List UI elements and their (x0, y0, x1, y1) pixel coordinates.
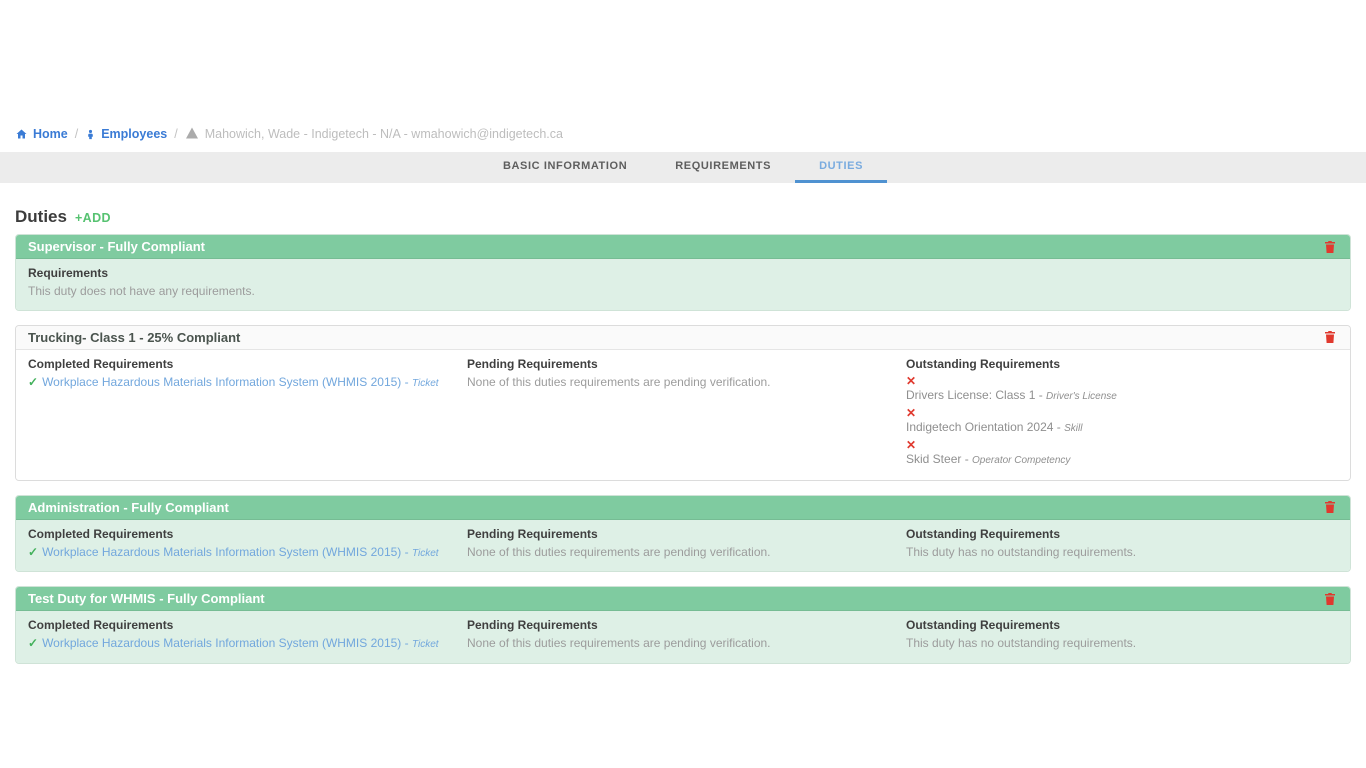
outstanding-requirement-text: Drivers License: Class 1 - Driver's Lice… (906, 388, 1338, 404)
requirement-link[interactable]: Workplace Hazardous Materials Informatio… (42, 636, 401, 650)
check-icon: ✓ (28, 636, 38, 650)
x-icon: ✕ (906, 438, 1338, 452)
trash-icon (1324, 330, 1336, 344)
completed-heading: Completed Requirements (28, 527, 466, 541)
breadcrumb-separator: / (75, 127, 78, 141)
duties-list: Supervisor - Fully Compliant Requirements… (15, 234, 1351, 664)
outstanding-none-text: This duty has no outstanding requirement… (906, 544, 1338, 561)
completed-requirement: ✓ Workplace Hazardous Materials Informati… (28, 544, 466, 562)
completed-heading: Completed Requirements (28, 357, 466, 371)
completed-requirement: ✓ Workplace Hazardous Materials Informati… (28, 374, 466, 392)
completed-column: Completed Requirements ✓ Workplace Hazardo… (28, 527, 466, 562)
duty-card-header: Administration - Fully Compliant (16, 496, 1350, 520)
outstanding-heading: Outstanding Requirements (906, 357, 1338, 371)
requirements-column: Requirements This duty does not have any … (28, 266, 1338, 300)
duty-card-body: Completed Requirements ✓ Workplace Hazardo… (16, 611, 1350, 663)
breadcrumb-home-link[interactable]: Home (15, 127, 68, 141)
duty-card: Supervisor - Fully Compliant Requirements… (15, 234, 1351, 311)
outstanding-column: Outstanding Requirements✕Drivers License… (906, 357, 1338, 470)
outstanding-requirement: ✕Indigetech Orientation 2024 - Skill (906, 406, 1338, 436)
delete-duty-button[interactable] (1322, 330, 1338, 344)
delete-duty-button[interactable] (1322, 500, 1338, 514)
delete-duty-button[interactable] (1322, 592, 1338, 606)
breadcrumb-employees-link[interactable]: Employees (85, 127, 167, 141)
pending-column: Pending Requirements None of this duties … (467, 357, 905, 470)
pending-heading: Pending Requirements (467, 618, 905, 632)
breadcrumb-separator: / (174, 127, 177, 141)
duty-card-body: Completed Requirements ✓ Workplace Hazardo… (16, 350, 1350, 480)
pending-heading: Pending Requirements (467, 357, 905, 371)
person-icon (85, 128, 96, 141)
requirement-type: Skill (1064, 423, 1082, 434)
trash-icon (1324, 592, 1336, 606)
outstanding-none-text: This duty has no outstanding requirement… (906, 635, 1338, 652)
requirement-type: Operator Competency (972, 455, 1070, 466)
breadcrumb-home-label: Home (33, 127, 68, 141)
requirement-type: Ticket (412, 548, 439, 559)
duty-title: Supervisor - Fully Compliant (28, 239, 205, 254)
duty-card-header: Test Duty for WHMIS - Fully Compliant (16, 587, 1350, 611)
completed-column: Completed Requirements ✓ Workplace Hazardo… (28, 618, 466, 653)
no-requirements-text: This duty does not have any requirements… (28, 283, 1338, 300)
breadcrumb-current-label: Mahowich, Wade - Indigetech - N/A - wmah… (205, 127, 563, 141)
pending-column: Pending Requirements None of this duties … (467, 618, 905, 653)
outstanding-column: Outstanding Requirements This duty has no… (906, 527, 1338, 562)
x-icon: ✕ (906, 406, 1338, 420)
page-title: Duties (15, 207, 67, 227)
type-separator: - (401, 375, 412, 389)
outstanding-heading: Outstanding Requirements (906, 618, 1338, 632)
check-icon: ✓ (28, 375, 38, 389)
duty-card-body: Completed Requirements ✓ Workplace Hazardo… (16, 520, 1350, 572)
tab-duties[interactable]: DUTIES (795, 152, 887, 183)
delete-duty-button[interactable] (1322, 240, 1338, 254)
tab-bar: BASIC INFORMATION REQUIREMENTS DUTIES (0, 152, 1366, 183)
requirement-type: Ticket (412, 639, 439, 650)
type-separator: - (401, 545, 412, 559)
requirement-link[interactable]: Workplace Hazardous Materials Informatio… (42, 545, 401, 559)
requirement-type: Ticket (412, 378, 439, 389)
tab-basic-information[interactable]: BASIC INFORMATION (479, 152, 651, 183)
duty-card: Test Duty for WHMIS - Fully Compliant Com… (15, 586, 1351, 664)
pending-heading: Pending Requirements (467, 527, 905, 541)
requirement-link[interactable]: Workplace Hazardous Materials Informatio… (42, 375, 401, 389)
completed-requirement: ✓ Workplace Hazardous Materials Informati… (28, 635, 466, 653)
warning-triangle-icon (185, 127, 199, 142)
x-icon: ✕ (906, 374, 1338, 388)
completed-column: Completed Requirements ✓ Workplace Hazardo… (28, 357, 466, 470)
duty-card-body: Requirements This duty does not have any … (16, 259, 1350, 310)
breadcrumb-current: Mahowich, Wade - Indigetech - N/A - wmah… (185, 127, 563, 142)
outstanding-heading: Outstanding Requirements (906, 527, 1338, 541)
breadcrumb-employees-label: Employees (101, 127, 167, 141)
pending-none-text: None of this duties requirements are pen… (467, 635, 905, 652)
requirement-type: Driver's License (1046, 391, 1117, 402)
add-duty-button[interactable]: +ADD (75, 211, 111, 225)
breadcrumb: Home / Employees / Mahowich, Wade - Indi… (0, 124, 1366, 144)
duty-card: Trucking- Class 1 - 25% Compliant Complet… (15, 325, 1351, 481)
outstanding-requirement-text: Indigetech Orientation 2024 - Skill (906, 420, 1338, 436)
trash-icon (1324, 500, 1336, 514)
type-separator: - (401, 636, 412, 650)
pending-column: Pending Requirements None of this duties … (467, 527, 905, 562)
completed-heading: Completed Requirements (28, 618, 466, 632)
duty-card: Administration - Fully Compliant Complete… (15, 495, 1351, 573)
outstanding-requirement: ✕Skid Steer - Operator Competency (906, 438, 1338, 468)
pending-none-text: None of this duties requirements are pen… (467, 374, 905, 391)
duty-card-header: Trucking- Class 1 - 25% Compliant (16, 326, 1350, 350)
check-icon: ✓ (28, 545, 38, 559)
duty-card-header: Supervisor - Fully Compliant (16, 235, 1350, 259)
requirements-heading: Requirements (28, 266, 1338, 280)
home-icon (15, 128, 28, 140)
duty-title: Test Duty for WHMIS - Fully Compliant (28, 591, 265, 606)
pending-none-text: None of this duties requirements are pen… (467, 544, 905, 561)
outstanding-column: Outstanding Requirements This duty has no… (906, 618, 1338, 653)
duty-title: Administration - Fully Compliant (28, 500, 229, 515)
outstanding-requirement-text: Skid Steer - Operator Competency (906, 452, 1338, 468)
tab-requirements[interactable]: REQUIREMENTS (651, 152, 795, 183)
trash-icon (1324, 240, 1336, 254)
page-head: Duties +ADD (15, 207, 1351, 227)
duty-title: Trucking- Class 1 - 25% Compliant (28, 330, 240, 345)
outstanding-requirement: ✕Drivers License: Class 1 - Driver's Lic… (906, 374, 1338, 404)
